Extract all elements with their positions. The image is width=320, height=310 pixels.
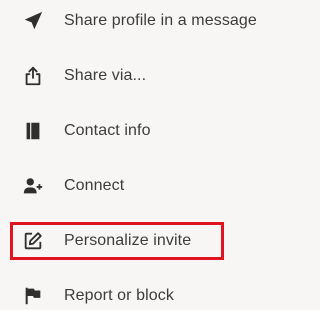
profile-actions-menu: Share profile in a message Share via... …: [0, 0, 295, 310]
menu-item-label: Contact info: [64, 122, 151, 139]
contact-book-icon: [22, 120, 44, 142]
share-upload-icon: [22, 65, 44, 87]
menu-item-label: Share via...: [64, 67, 147, 84]
menu-item-label: Report or block: [64, 287, 174, 304]
menu-item-label: Share profile in a message: [64, 12, 257, 29]
flag-icon: [22, 285, 44, 307]
edit-icon: [22, 230, 44, 252]
menu-item-contact-info[interactable]: Contact info: [0, 111, 295, 151]
menu-item-share-via[interactable]: Share via...: [0, 56, 295, 96]
menu-item-label: Personalize invite: [64, 232, 192, 249]
menu-item-share-profile-in-message[interactable]: Share profile in a message: [0, 1, 295, 41]
menu-item-label: Connect: [64, 177, 125, 194]
menu-item-personalize-invite[interactable]: Personalize invite: [0, 221, 295, 261]
send-icon: [22, 10, 44, 32]
menu-item-connect[interactable]: Connect: [0, 166, 295, 206]
menu-item-report-or-block[interactable]: Report or block: [0, 276, 295, 310]
add-person-icon: [22, 175, 44, 197]
